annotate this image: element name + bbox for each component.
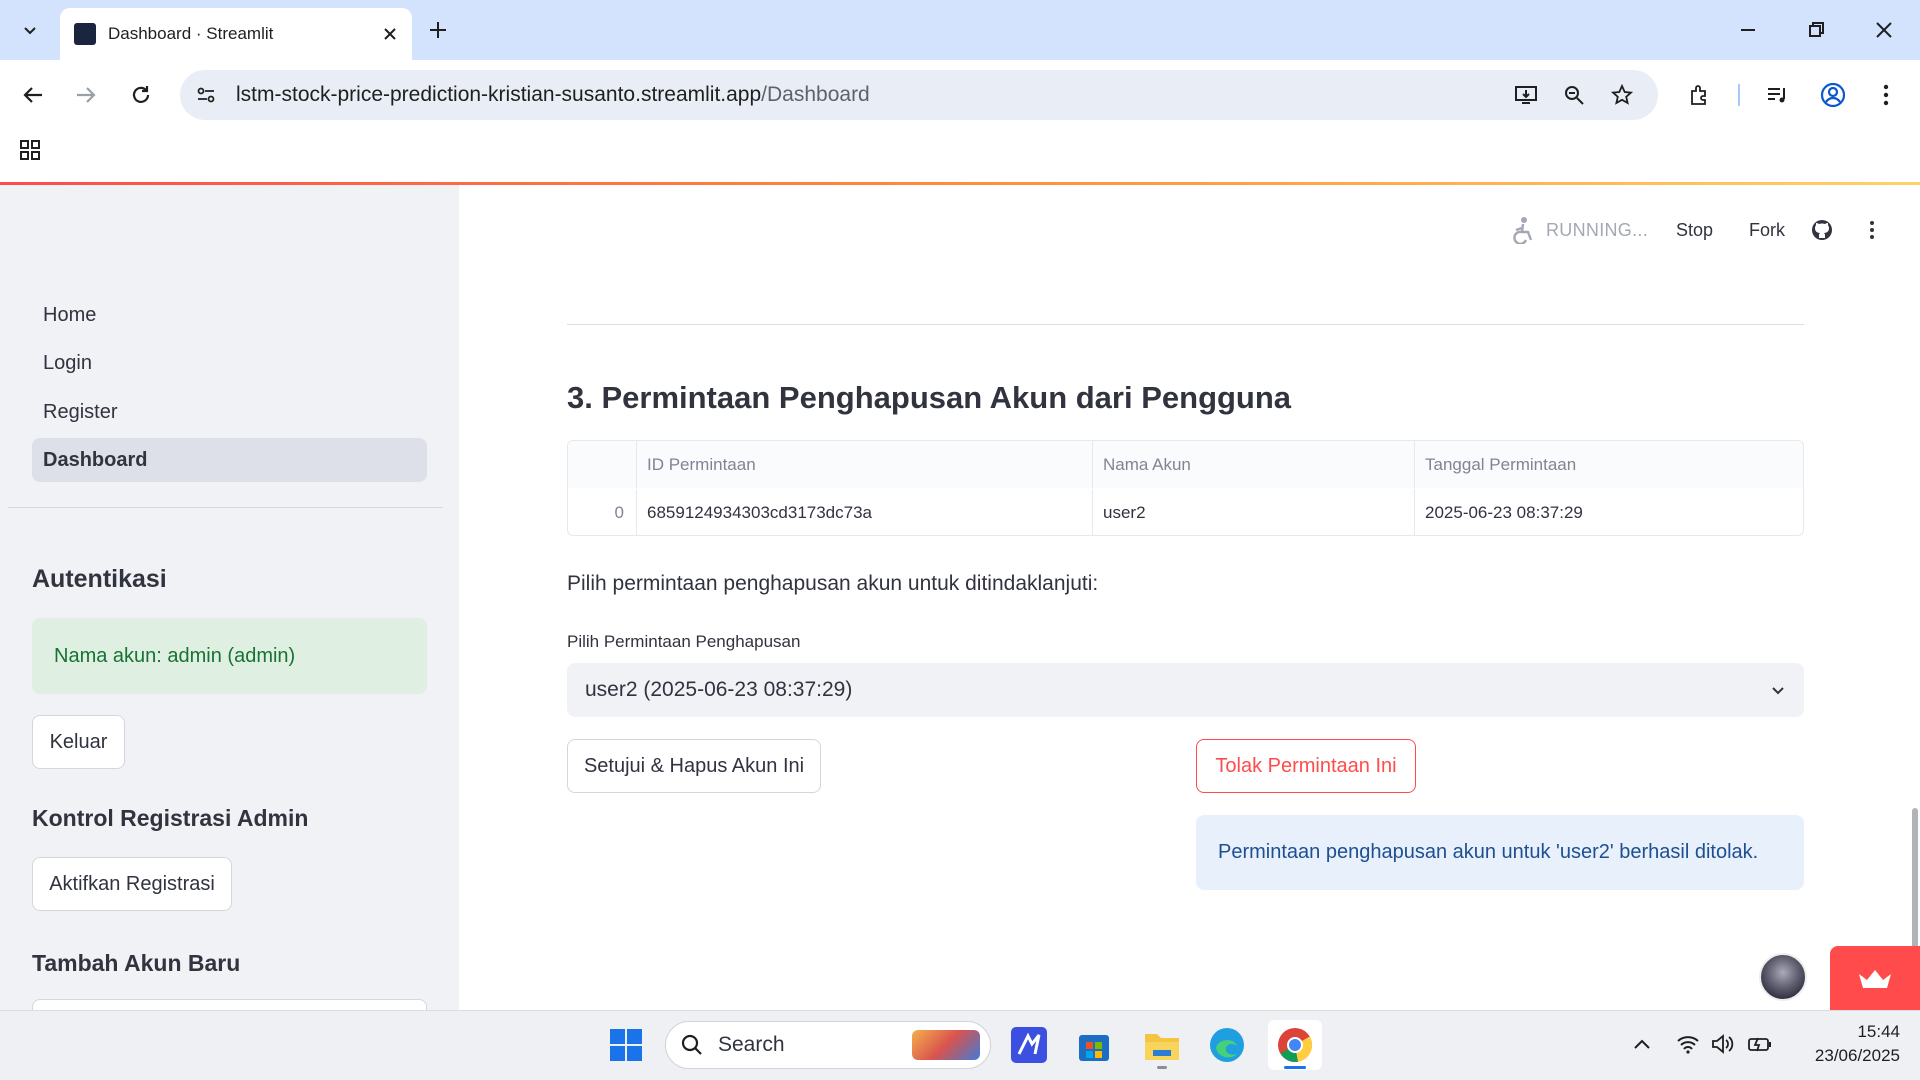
forward-arrow-icon[interactable]	[68, 77, 104, 113]
add-account-form	[32, 999, 427, 1010]
explorer-running-indicator	[1157, 1066, 1167, 1069]
new-tab-icon[interactable]	[420, 12, 456, 48]
minimize-icon[interactable]	[1730, 12, 1766, 48]
chrome-browser-icon[interactable]	[1268, 1020, 1322, 1070]
add-account-heading: Tambah Akun Baru	[32, 950, 241, 976]
table-header-request-id[interactable]: ID Permintaan	[637, 441, 1093, 488]
clock-time: 15:44	[1857, 1022, 1900, 1041]
table-header-row: ID Permintaan Nama Akun Tanggal Perminta…	[568, 441, 1803, 488]
running-status: RUNNING...	[1546, 219, 1648, 240]
enable-registration-button[interactable]: Aktifkan Registrasi	[32, 857, 232, 911]
url-host: lstm-stock-price-prediction-kristian-sus…	[236, 83, 762, 106]
info-alert-text: Permintaan penghapusan akun untuk 'user2…	[1218, 841, 1759, 863]
back-arrow-icon[interactable]	[15, 77, 51, 113]
table-cell-index: 0	[568, 489, 637, 535]
clock-date: 23/06/2025	[1814, 1046, 1900, 1065]
sidebar-divider	[8, 507, 443, 508]
reject-request-button[interactable]: Tolak Permintaan Ini	[1196, 739, 1416, 793]
table-cell-request-date[interactable]: 2025-06-23 08:37:29	[1415, 489, 1803, 535]
chevron-down-icon	[1770, 682, 1786, 698]
selection-prompt: Pilih permintaan penghapusan akun untuk …	[567, 572, 1099, 595]
show-hidden-icons-icon[interactable]	[1624, 1026, 1660, 1062]
approve-delete-button[interactable]: Setujui & Hapus Akun Ini	[567, 739, 821, 793]
crown-icon	[1859, 970, 1891, 988]
streamlit-favicon-icon	[74, 23, 96, 45]
sidebar-item-label: Register	[43, 400, 118, 423]
section-divider	[567, 324, 1804, 325]
sidebar-item-label: Login	[43, 351, 92, 374]
registration-control-heading: Kontrol Registrasi Admin	[32, 805, 309, 831]
sidebar-item-home[interactable]: Home	[32, 293, 427, 337]
file-explorer-icon[interactable]	[1139, 1022, 1185, 1068]
editor-app-icon[interactable]	[1006, 1022, 1052, 1068]
chrome-running-indicator	[1284, 1066, 1306, 1069]
info-alert: Permintaan penghapusan akun untuk 'user2…	[1196, 815, 1804, 890]
tab-title: Dashboard · Streamlit	[108, 24, 274, 43]
app-toolbar: RUNNING... Stop Fork	[1510, 212, 1875, 248]
sidebar-item-register[interactable]: Register	[32, 390, 427, 434]
wifi-icon[interactable]	[1670, 1026, 1706, 1062]
close-window-icon[interactable]	[1866, 12, 1902, 48]
edge-browser-icon[interactable]	[1204, 1022, 1250, 1068]
media-controls-icon[interactable]	[1760, 77, 1796, 113]
deletion-requests-table[interactable]: ID Permintaan Nama Akun Tanggal Perminta…	[567, 440, 1804, 536]
select-label: Pilih Permintaan Penghapusan	[567, 632, 801, 651]
search-placeholder: Search	[718, 1033, 785, 1056]
volume-icon[interactable]	[1705, 1026, 1741, 1062]
logout-button[interactable]: Keluar	[32, 715, 125, 769]
bookmarks-bar	[0, 130, 1920, 182]
battery-icon[interactable]	[1742, 1026, 1778, 1062]
sidebar-item-dashboard[interactable]: Dashboard	[32, 438, 427, 482]
table-header-request-date[interactable]: Tanggal Permintaan	[1415, 441, 1803, 488]
zoom-icon[interactable]	[1556, 77, 1592, 113]
store-app-icon[interactable]	[1071, 1022, 1117, 1068]
select-value: user2 (2025-06-23 08:37:29)	[585, 678, 853, 701]
url-path: /Dashboard	[761, 83, 870, 106]
browser-tab-dashboard[interactable]: Dashboard · Streamlit	[60, 8, 412, 60]
app-menu-icon[interactable]	[1869, 220, 1875, 240]
table-row[interactable]: 0 6859124934303cd3173dc73a user2 2025-06…	[568, 489, 1803, 535]
stop-button[interactable]: Stop	[1676, 220, 1713, 241]
streamlit-crown-badge[interactable]	[1830, 946, 1920, 1010]
running-icon	[1510, 216, 1536, 244]
auth-status-text: Nama akun: admin (admin)	[54, 644, 296, 667]
avatar[interactable]	[1759, 953, 1807, 1001]
table-header-account-name[interactable]: Nama Akun	[1093, 441, 1415, 488]
search-icon	[680, 1033, 704, 1057]
sidebar-item-label: Dashboard	[43, 448, 148, 471]
github-icon[interactable]	[1811, 219, 1833, 241]
sidebar-item-label: Home	[43, 303, 97, 326]
sidebar: Home Login Register Dashboard Autentikas…	[0, 185, 459, 1010]
taskbar-search[interactable]: Search	[665, 1021, 991, 1069]
deletion-request-select[interactable]: user2 (2025-06-23 08:37:29)	[567, 663, 1804, 717]
windows-start-icon[interactable]	[603, 1022, 649, 1068]
extensions-icon[interactable]	[1682, 77, 1718, 113]
table-header-index	[568, 441, 637, 488]
bookmark-star-icon[interactable]	[1604, 77, 1640, 113]
toolbar-divider	[1738, 84, 1740, 106]
section-title: 3. Permintaan Penghapusan Akun dari Peng…	[567, 380, 1292, 415]
apps-grid-icon[interactable]	[12, 132, 48, 168]
search-highlight-image	[912, 1030, 980, 1060]
fork-button[interactable]: Fork	[1749, 220, 1785, 241]
url-text[interactable]: lstm-stock-price-prediction-kristian-sus…	[236, 82, 870, 108]
system-clock[interactable]: 15:44 23/06/2025	[1790, 1020, 1900, 1068]
sidebar-item-login[interactable]: Login	[32, 341, 427, 385]
auth-status-alert: Nama akun: admin (admin)	[32, 618, 427, 694]
auth-heading: Autentikasi	[32, 565, 167, 593]
close-tab-icon[interactable]	[382, 26, 398, 42]
profile-icon[interactable]	[1815, 77, 1851, 113]
table-cell-request-id[interactable]: 6859124934303cd3173dc73a	[637, 489, 1093, 535]
tab-search-chevron-icon[interactable]	[12, 12, 48, 48]
install-app-icon[interactable]	[1508, 77, 1544, 113]
table-cell-account-name[interactable]: user2	[1093, 489, 1415, 535]
restore-icon[interactable]	[1798, 12, 1834, 48]
browser-menu-icon[interactable]	[1868, 77, 1904, 113]
reload-icon[interactable]	[123, 77, 159, 113]
site-info-icon[interactable]	[188, 77, 224, 113]
